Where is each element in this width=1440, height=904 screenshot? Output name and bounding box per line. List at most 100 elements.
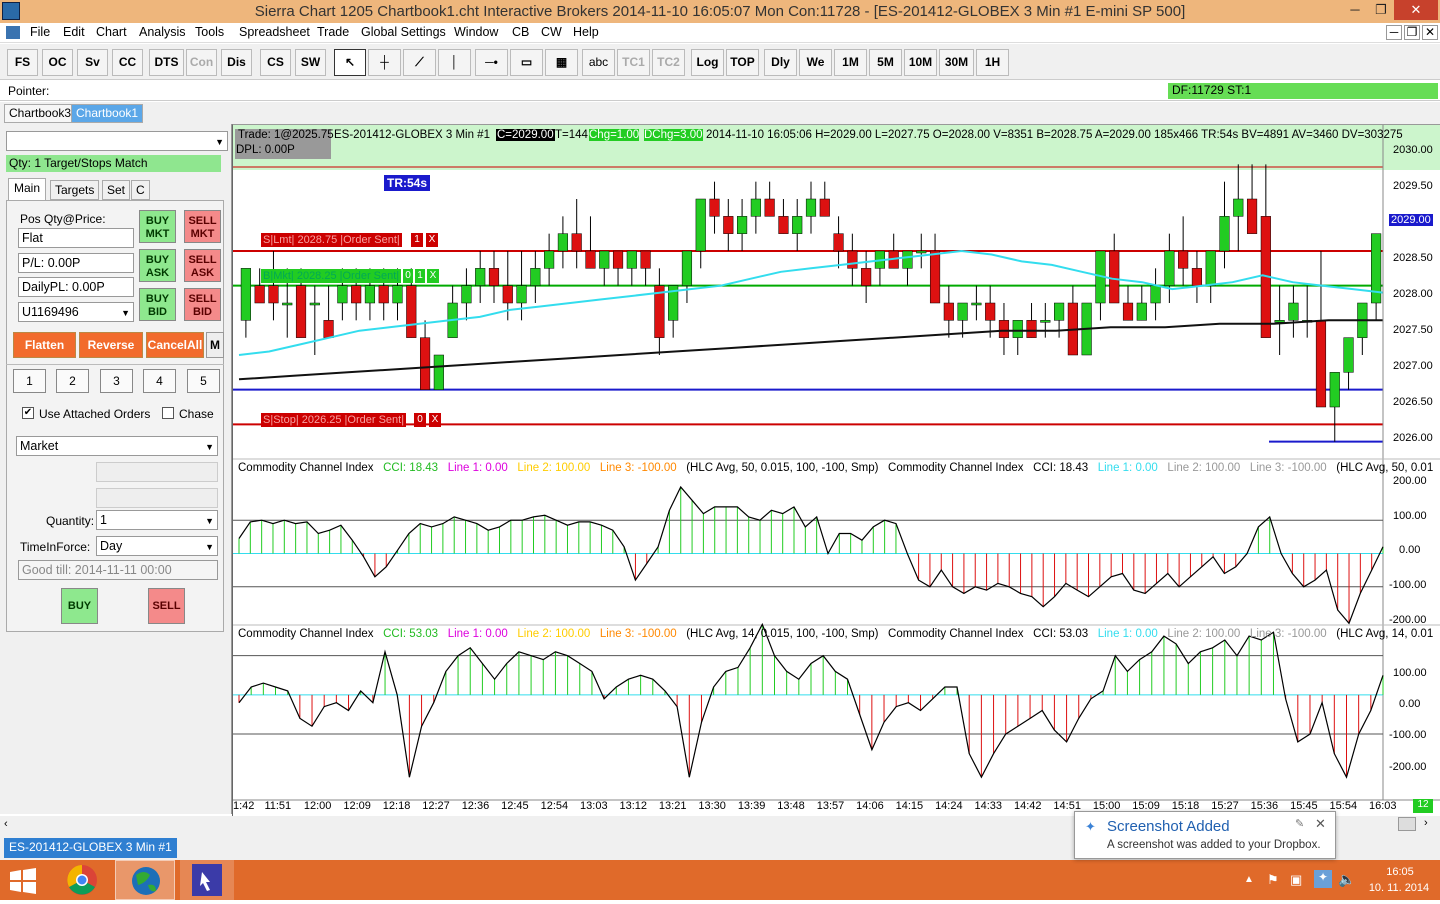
minimize-icon[interactable]: ─: [1342, 0, 1368, 20]
tc1-button[interactable]: TC1: [617, 49, 650, 76]
line-tool-icon[interactable]: ⟋: [403, 49, 436, 76]
sell-ask-button[interactable]: SELL ASK: [184, 249, 221, 282]
tab-c[interactable]: C: [131, 180, 150, 200]
menu-cw[interactable]: CW: [541, 25, 562, 39]
use-attached-checkbox[interactable]: ✔: [22, 407, 34, 419]
buy-market-order-label[interactable]: B|Mkt| 2028.25 |Order Sent|: [261, 269, 402, 283]
chrome-icon[interactable]: [62, 862, 102, 898]
tab-targets[interactable]: Targets: [50, 180, 100, 200]
windows-start-icon[interactable]: [8, 868, 38, 894]
daily-button[interactable]: Dly: [764, 49, 797, 76]
1h-button[interactable]: 1H: [976, 49, 1009, 76]
menu-analysis[interactable]: Analysis: [139, 25, 186, 39]
qty-preset-2[interactable]: 2: [56, 369, 89, 393]
reverse-button[interactable]: Reverse: [79, 332, 143, 358]
order-type-select[interactable]: Market ▼: [16, 436, 218, 456]
menu-help[interactable]: Help: [573, 25, 599, 39]
sell-mkt-button[interactable]: SELL MKT: [184, 210, 221, 243]
flatten-button[interactable]: Flatten: [13, 332, 76, 358]
clock-time[interactable]: 16:05: [1370, 866, 1430, 878]
weekly-button[interactable]: We: [799, 49, 832, 76]
clock-date[interactable]: 10. 11. 2014: [1366, 882, 1432, 894]
tray-expand-icon[interactable]: ▲: [1244, 874, 1254, 885]
sell-limit-order-label[interactable]: S|Lmt| 2028.75 |Order Sent|: [261, 233, 402, 247]
con-button[interactable]: Con: [186, 49, 217, 76]
sell-button[interactable]: SELL: [148, 588, 185, 624]
sierra-chart-task-icon[interactable]: [115, 860, 175, 900]
trade-dropdown[interactable]: ▼: [6, 131, 228, 151]
buy-button[interactable]: BUY: [61, 588, 98, 624]
volume-icon[interactable]: 🔈: [1338, 871, 1355, 888]
sell-bid-button[interactable]: SELL BID: [184, 288, 221, 321]
menu-trade[interactable]: Trade: [317, 25, 349, 39]
cancel-order-icon[interactable]: X: [426, 233, 438, 247]
dropbox-icon[interactable]: ✦: [1314, 870, 1332, 888]
calculator-tool-icon[interactable]: ▦: [545, 49, 578, 76]
1m-button[interactable]: 1M: [834, 49, 867, 76]
scroll-left-icon[interactable]: ‹: [4, 818, 18, 832]
tab-chartbook1[interactable]: Chartbook1: [71, 104, 144, 123]
sv-button[interactable]: Sv: [77, 49, 108, 76]
restore-icon[interactable]: ❐: [1368, 0, 1394, 20]
cancel-all-button[interactable]: CancelAll: [146, 332, 204, 358]
rectangle-tool-icon[interactable]: ▭: [510, 49, 543, 76]
scroll-thumb[interactable]: [1398, 817, 1416, 831]
pointer-tool-icon[interactable]: ↖: [334, 49, 366, 76]
buy-mkt-button[interactable]: BUY MKT: [139, 210, 176, 243]
tab-chartbook3[interactable]: Chartbook3: [4, 104, 77, 123]
horizontal-ray-tool-icon[interactable]: ─•: [475, 49, 508, 76]
flag-icon[interactable]: ⚑: [1267, 872, 1279, 888]
mdi-restore-icon[interactable]: ❐: [1404, 25, 1420, 40]
cs-button[interactable]: CS: [260, 49, 291, 76]
menu-window[interactable]: Window: [454, 25, 498, 39]
dis-button[interactable]: Dis: [221, 49, 252, 76]
menu-cb[interactable]: CB: [512, 25, 529, 39]
menu-tools[interactable]: Tools: [195, 25, 224, 39]
cancel-order-icon[interactable]: X: [429, 413, 441, 427]
crosshair-tool-icon[interactable]: ┼: [368, 49, 401, 76]
network-icon[interactable]: ▣: [1290, 872, 1302, 888]
toast-close-icon[interactable]: ✕: [1315, 816, 1326, 832]
buy-ask-button[interactable]: BUY ASK: [139, 249, 176, 282]
qty-preset-5[interactable]: 5: [187, 369, 220, 393]
menu-edit[interactable]: Edit: [63, 25, 85, 39]
fs-button[interactable]: FS: [7, 49, 38, 76]
chart-area[interactable]: Trade: 1@2025.75 DPL: 0.00P ES-201412-GL…: [232, 124, 1440, 816]
5m-button[interactable]: 5M: [869, 49, 902, 76]
close-icon[interactable]: ✕: [1394, 0, 1438, 20]
buy-bid-button[interactable]: BUY BID: [139, 288, 176, 321]
quantity-field[interactable]: 1 ▼: [96, 510, 218, 530]
qty-preset-4[interactable]: 4: [143, 369, 176, 393]
log-button[interactable]: Log: [691, 49, 724, 76]
qty-preset-1[interactable]: 1: [13, 369, 46, 393]
m-button[interactable]: M: [206, 332, 224, 358]
menu-file[interactable]: File: [30, 25, 50, 39]
text-tool-button[interactable]: abc: [582, 49, 615, 76]
30m-button[interactable]: 30M: [939, 49, 974, 76]
mdi-close-icon[interactable]: ✕: [1422, 25, 1438, 40]
sell-stop-order-label[interactable]: S|Stop| 2026.25 |Order Sent|: [261, 413, 407, 427]
dropbox-notification[interactable]: ✦ Screenshot Added A screenshot was adde…: [1074, 811, 1336, 859]
tif-select[interactable]: Day ▼: [96, 536, 218, 556]
vertical-line-tool-icon[interactable]: │: [438, 49, 471, 76]
tab-main[interactable]: Main: [8, 178, 47, 200]
pin-icon[interactable]: ✎: [1295, 817, 1304, 830]
scroll-right-icon[interactable]: ›: [1424, 817, 1438, 831]
dts-button[interactable]: DTS: [149, 49, 184, 76]
app-task-icon[interactable]: [180, 860, 234, 900]
10m-button[interactable]: 10M: [904, 49, 937, 76]
sw-button[interactable]: SW: [295, 49, 326, 76]
account-select[interactable]: U1169496 ▼: [18, 302, 134, 322]
mdi-minimize-icon[interactable]: ─: [1386, 25, 1402, 40]
cc-button[interactable]: CC: [112, 49, 143, 76]
qty-preset-3[interactable]: 3: [100, 369, 133, 393]
cancel-order-icon[interactable]: X: [427, 269, 439, 283]
tab-set[interactable]: Set: [102, 180, 131, 200]
tc2-button[interactable]: TC2: [652, 49, 685, 76]
menu-chart[interactable]: Chart: [96, 25, 127, 39]
chart-window-tab[interactable]: ES-201412-GLOBEX 3 Min #1: [4, 838, 177, 858]
menu-spreadsheet[interactable]: Spreadsheet: [239, 25, 310, 39]
top-button[interactable]: TOP: [726, 49, 759, 76]
oc-button[interactable]: OC: [42, 49, 73, 76]
menu-global-settings[interactable]: Global Settings: [361, 25, 446, 39]
